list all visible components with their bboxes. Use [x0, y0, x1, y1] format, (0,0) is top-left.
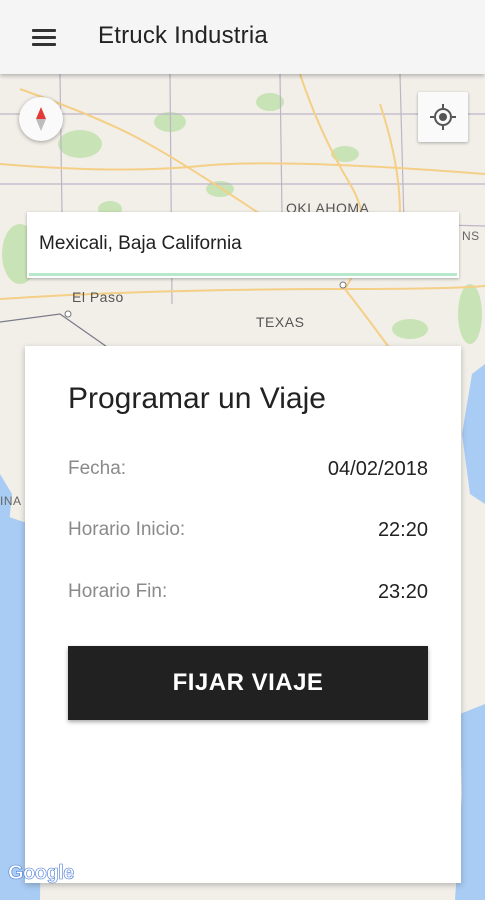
- location-search-box: [27, 212, 459, 278]
- map-label-edge-right: NS: [462, 229, 480, 243]
- search-underline: [29, 273, 457, 276]
- horario-inicio-value[interactable]: 22:20: [378, 519, 428, 542]
- compass-icon[interactable]: [19, 97, 63, 141]
- app-bar: Etruck Industria: [0, 0, 485, 74]
- app-title: Etruck Industria: [98, 22, 268, 49]
- fecha-value[interactable]: 04/02/2018: [328, 458, 428, 481]
- fecha-label: Fecha:: [68, 458, 127, 479]
- location-search-input[interactable]: [39, 230, 445, 258]
- map-label-el-paso: El Paso: [72, 289, 124, 305]
- hamburger-menu-icon[interactable]: [22, 22, 66, 54]
- map-label-edge-left: INA: [0, 494, 22, 508]
- card-title: Programar un Viaje: [68, 382, 326, 415]
- google-logo: Google: [8, 862, 75, 885]
- my-location-icon[interactable]: [418, 92, 468, 142]
- horario-fin-value[interactable]: 23:20: [378, 581, 428, 604]
- horario-inicio-label: Horario Inicio:: [68, 519, 186, 540]
- map-label-texas: TEXAS: [256, 314, 305, 330]
- fijar-viaje-button[interactable]: FIJAR VIAJE: [68, 646, 428, 720]
- schedule-trip-card: Programar un Viaje Fecha: 04/02/2018 Hor…: [25, 346, 461, 883]
- horario-fin-label: Horario Fin:: [68, 581, 168, 602]
